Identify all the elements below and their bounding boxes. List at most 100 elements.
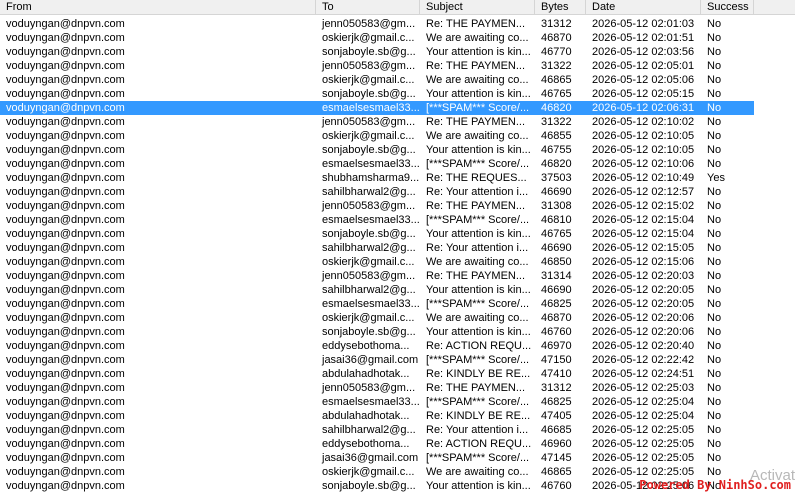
cell-subject: Re: KINDLY BE RE... — [426, 410, 531, 422]
cell-to: sonjaboyle.sb@g... — [322, 228, 416, 240]
cell-subject: Re: THE REQUES... — [426, 172, 527, 184]
cell-subject: We are awaiting co... — [426, 74, 529, 86]
cell-to: sahilbharwal2@g... — [322, 284, 416, 296]
cell-subject: We are awaiting co... — [426, 32, 529, 44]
table-row[interactable]: voduyngan@dnpvn.com esmaelsesmael33... [**… — [0, 297, 754, 311]
table-row[interactable]: voduyngan@dnpvn.com shubhamsharma9... Re: … — [0, 171, 754, 185]
cell-to: esmaelsesmael33... — [322, 214, 420, 226]
cell-bytes: 46765 — [541, 228, 572, 240]
cell-from: voduyngan@dnpvn.com — [6, 18, 125, 30]
table-row[interactable]: voduyngan@dnpvn.com oskierjk@gmail.c... We… — [0, 31, 754, 45]
cell-from: voduyngan@dnpvn.com — [6, 256, 125, 268]
table-row[interactable]: voduyngan@dnpvn.com esmaelsesmael33... [**… — [0, 395, 754, 409]
cell-subject: Your attention is kin... — [426, 88, 531, 100]
cell-from: voduyngan@dnpvn.com — [6, 312, 125, 324]
table-row[interactable]: voduyngan@dnpvn.com sonjaboyle.sb@g... You… — [0, 325, 754, 339]
cell-from: voduyngan@dnpvn.com — [6, 130, 125, 142]
table-row[interactable]: voduyngan@dnpvn.com eddysebothoma... Re: A… — [0, 437, 754, 451]
cell-to: sonjaboyle.sb@g... — [322, 46, 416, 58]
cell-bytes: 46760 — [541, 480, 572, 492]
cell-bytes: 46850 — [541, 256, 572, 268]
table-row[interactable]: voduyngan@dnpvn.com jenn050583@gm... Re: T… — [0, 381, 754, 395]
cell-to: sonjaboyle.sb@g... — [322, 88, 416, 100]
table-row[interactable]: voduyngan@dnpvn.com sahilbharwal2@g... Re:… — [0, 423, 754, 437]
column-header-from[interactable]: From — [0, 0, 316, 14]
column-header-date[interactable]: Date — [586, 0, 701, 14]
cell-subject: We are awaiting co... — [426, 466, 529, 478]
column-header-to[interactable]: To — [316, 0, 420, 14]
table-row[interactable]: voduyngan@dnpvn.com sahilbharwal2@g... You… — [0, 283, 754, 297]
table-row[interactable]: voduyngan@dnpvn.com sahilbharwal2@g... Re:… — [0, 185, 754, 199]
cell-to: sonjaboyle.sb@g... — [322, 326, 416, 338]
cell-date: 2026-05-12 02:12:57 — [592, 186, 695, 198]
table-row[interactable]: voduyngan@dnpvn.com jenn050583@gm... Re: T… — [0, 269, 754, 283]
cell-date: 2026-05-12 02:01:51 — [592, 32, 695, 44]
cell-success: No — [707, 410, 722, 422]
cell-subject: Re: Your attention i... — [426, 186, 529, 198]
cell-bytes: 46685 — [541, 424, 572, 436]
cell-bytes: 31312 — [541, 18, 572, 30]
cell-to: jenn050583@gm... — [322, 382, 416, 394]
table-row[interactable]: voduyngan@dnpvn.com sahilbharwal2@g... Re:… — [0, 241, 754, 255]
cell-to: jenn050583@gm... — [322, 270, 416, 282]
cell-from: voduyngan@dnpvn.com — [6, 186, 125, 198]
cell-from: voduyngan@dnpvn.com — [6, 102, 125, 114]
table-row[interactable]: voduyngan@dnpvn.com oskierjk@gmail.c... We… — [0, 73, 754, 87]
cell-bytes: 46970 — [541, 340, 572, 352]
table-row[interactable]: voduyngan@dnpvn.com jenn050583@gm... Re: T… — [0, 115, 754, 129]
cell-success: No — [707, 396, 722, 408]
cell-from: voduyngan@dnpvn.com — [6, 480, 125, 492]
cell-bytes: 46820 — [541, 102, 572, 114]
table-row[interactable]: voduyngan@dnpvn.com sonjaboyle.sb@g... You… — [0, 45, 754, 59]
table-row[interactable]: voduyngan@dnpvn.com jasai36@gmail.com [***… — [0, 451, 754, 465]
table-row[interactable]: voduyngan@dnpvn.com sonjaboyle.sb@g... You… — [0, 87, 754, 101]
cell-subject: Re: THE PAYMEN... — [426, 116, 526, 128]
cell-to: jenn050583@gm... — [322, 18, 416, 30]
table-row[interactable]: voduyngan@dnpvn.com esmaelsesmael33... [**… — [0, 101, 754, 115]
column-header-subject[interactable]: Subject — [420, 0, 535, 14]
table-row[interactable]: voduyngan@dnpvn.com sonjaboyle.sb@g... You… — [0, 227, 754, 241]
cell-from: voduyngan@dnpvn.com — [6, 298, 125, 310]
cell-from: voduyngan@dnpvn.com — [6, 424, 125, 436]
cell-to: oskierjk@gmail.c... — [322, 466, 415, 478]
cell-from: voduyngan@dnpvn.com — [6, 60, 125, 72]
table-row[interactable]: voduyngan@dnpvn.com abdulahadhotak... Re: … — [0, 367, 754, 381]
cell-bytes: 31322 — [541, 116, 572, 128]
cell-subject: Your attention is kin... — [426, 228, 531, 240]
column-header-success[interactable]: Success — [701, 0, 754, 14]
cell-from: voduyngan@dnpvn.com — [6, 466, 125, 478]
cell-success: Yes — [707, 172, 725, 184]
table-row[interactable]: voduyngan@dnpvn.com sonjaboyle.sb@g... You… — [0, 143, 754, 157]
cell-from: voduyngan@dnpvn.com — [6, 214, 125, 226]
cell-subject: We are awaiting co... — [426, 130, 529, 142]
cell-subject: [***SPAM*** Score/... — [426, 452, 530, 464]
cell-date: 2026-05-12 02:20:03 — [592, 270, 695, 282]
cell-success: No — [707, 130, 722, 142]
column-header-bytes[interactable]: Bytes — [535, 0, 586, 14]
cell-to: sahilbharwal2@g... — [322, 186, 416, 198]
email-log-list[interactable]: From To Subject Bytes Date Success voduy… — [0, 0, 795, 494]
cell-to: sonjaboyle.sb@g... — [322, 144, 416, 156]
table-row[interactable]: voduyngan@dnpvn.com abdulahadhotak... Re: … — [0, 409, 754, 423]
cell-bytes: 31314 — [541, 270, 572, 282]
table-row[interactable]: voduyngan@dnpvn.com oskierjk@gmail.c... We… — [0, 255, 754, 269]
table-row[interactable]: voduyngan@dnpvn.com jenn050583@gm... Re: T… — [0, 59, 754, 73]
table-row[interactable]: voduyngan@dnpvn.com jenn050583@gm... Re: T… — [0, 17, 754, 31]
table-row[interactable]: voduyngan@dnpvn.com oskierjk@gmail.c... We… — [0, 129, 754, 143]
table-row[interactable]: voduyngan@dnpvn.com oskierjk@gmail.c... We… — [0, 465, 754, 479]
cell-subject: Re: ACTION REQU... — [426, 438, 532, 450]
table-row[interactable]: voduyngan@dnpvn.com oskierjk@gmail.c... We… — [0, 311, 754, 325]
cell-date: 2026-05-12 02:25:05 — [592, 438, 695, 450]
cell-subject: [***SPAM*** Score/... — [426, 396, 530, 408]
table-row[interactable]: voduyngan@dnpvn.com eddysebothoma... Re: A… — [0, 339, 754, 353]
table-row[interactable]: voduyngan@dnpvn.com esmaelsesmael33... [**… — [0, 213, 754, 227]
cell-bytes: 46770 — [541, 46, 572, 58]
table-row[interactable]: voduyngan@dnpvn.com jasai36@gmail.com [***… — [0, 353, 754, 367]
cell-to: esmaelsesmael33... — [322, 158, 420, 170]
cell-date: 2026-05-12 02:03:56 — [592, 46, 695, 58]
cell-date: 2026-05-12 02:10:05 — [592, 144, 695, 156]
table-row[interactable]: voduyngan@dnpvn.com esmaelsesmael33... [**… — [0, 157, 754, 171]
cell-to: eddysebothoma... — [322, 340, 410, 352]
table-row[interactable]: voduyngan@dnpvn.com jenn050583@gm... Re: T… — [0, 199, 754, 213]
watermark-text: Powered By NinhSo.com — [639, 478, 791, 492]
